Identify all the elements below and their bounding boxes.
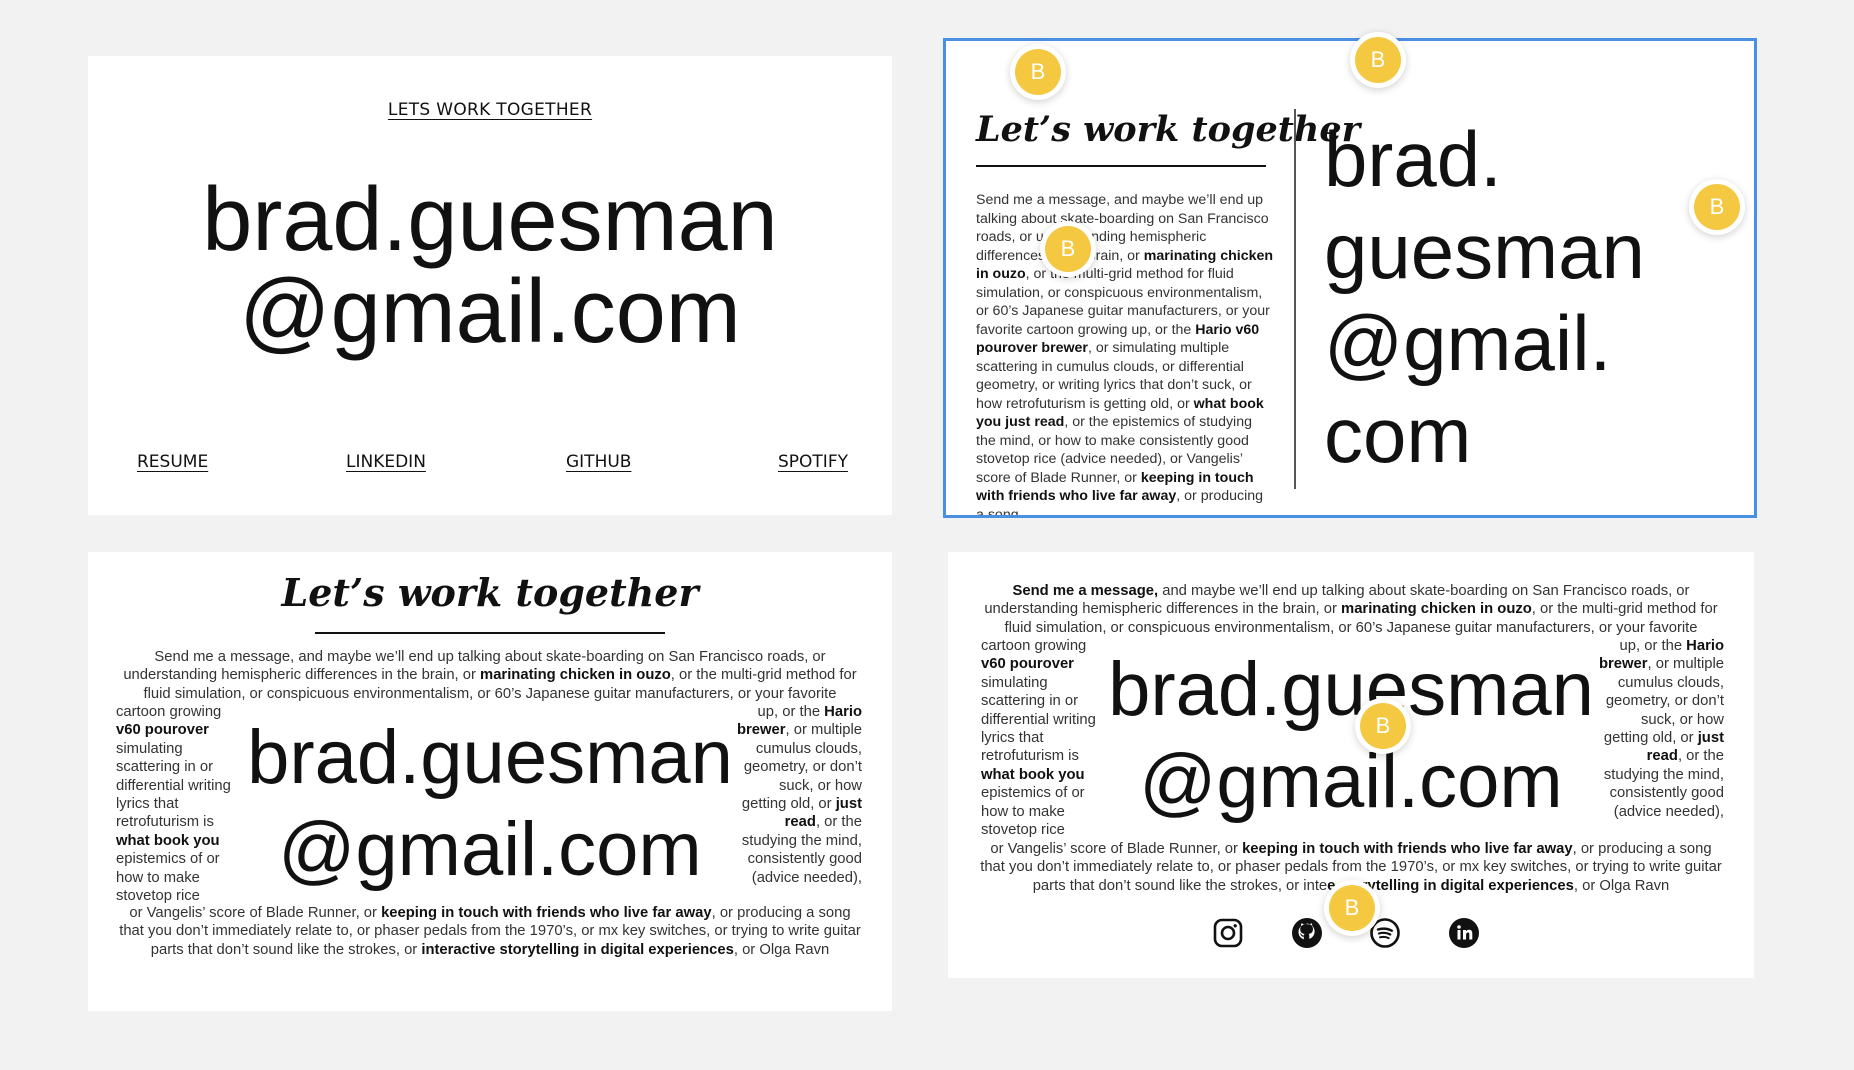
title-underline: [976, 165, 1266, 167]
email-display: brad.guesman @gmail.com: [88, 712, 892, 896]
spotify-link[interactable]: SPOTIFY: [778, 452, 848, 472]
bold-phrase: keeping in touch with friends who live f…: [381, 905, 712, 921]
instagram-icon[interactable]: [1212, 917, 1244, 949]
text-run: or Vangelis’ score of Blade Runner, or: [990, 841, 1243, 857]
email-display: brad.guesman @gmail.com: [948, 644, 1754, 828]
email-line-1: brad.guesman: [202, 170, 778, 270]
email-line-2: guesman: [1324, 207, 1645, 295]
email-line-1: brad.guesman: [247, 715, 733, 800]
message-paragraph: Send me a message, and maybe we’ll end u…: [976, 191, 1274, 515]
github-icon[interactable]: [1291, 917, 1323, 949]
collaborator-avatar[interactable]: B: [1045, 226, 1091, 272]
resume-link[interactable]: RESUME: [137, 452, 208, 472]
bold-phrase: marinating chicken in ouzo: [1341, 601, 1532, 618]
email-line-4: com: [1324, 391, 1472, 479]
page-title: Let’s work together: [281, 570, 699, 615]
vertical-divider: [1294, 109, 1296, 489]
bold-phrase: interactive storytelling in digital expe…: [421, 941, 734, 958]
text-run: , or Olga Ravn: [1573, 877, 1670, 894]
title-underline: [315, 632, 665, 634]
lets-work-together-link[interactable]: LETS WORK TOGETHER: [388, 100, 592, 120]
email-line-2: @gmail.com: [239, 262, 741, 362]
email-display: brad.guesman @gmail.com: [88, 174, 892, 358]
email-line-3: @gmail.: [1324, 299, 1612, 387]
collaborator-avatar[interactable]: B: [1015, 49, 1061, 95]
github-link[interactable]: GITHUB: [566, 452, 631, 472]
design-card-3[interactable]: Let’s work together Send me a message, a…: [88, 552, 892, 1011]
message-bottom: or Vangelis’ score of Blade Runner, or k…: [116, 904, 864, 959]
email-line-2: @gmail.com: [278, 807, 702, 892]
email-display: brad. guesman @gmail. com: [1324, 113, 1754, 481]
bold-phrase: keeping in touch with friends who live f…: [1242, 841, 1573, 857]
page-title: Let’s work together: [976, 109, 1361, 150]
text-run: or Vangelis’ score of Blade Runner, or: [129, 905, 382, 921]
collaborator-avatar[interactable]: B: [1355, 37, 1401, 83]
collaborator-avatar[interactable]: B: [1360, 703, 1406, 749]
linkedin-link[interactable]: LINKEDIN: [346, 452, 426, 472]
message-top: Send me a message, and maybe we’ll end u…: [978, 582, 1724, 637]
design-card-1[interactable]: LETS WORK TOGETHER brad.guesman @gmail.c…: [88, 56, 892, 515]
linkedin-icon[interactable]: [1448, 917, 1480, 949]
email-line-1: brad.guesman: [1108, 647, 1594, 732]
bold-phrase: Send me a message,: [1012, 583, 1159, 599]
card-content: Let’s work together Send me a message, a…: [946, 55, 1754, 515]
text-run: , or Olga Ravn: [733, 941, 830, 958]
spotify-icon[interactable]: [1369, 917, 1401, 949]
email-line-2: @gmail.com: [1139, 739, 1563, 824]
collaborator-avatar[interactable]: B: [1694, 184, 1740, 230]
email-line-1: brad.: [1324, 115, 1502, 203]
nav-header: LETS WORK TOGETHER: [88, 100, 892, 120]
bold-phrase: marinating chicken in ouzo: [480, 667, 671, 684]
design-card-2[interactable]: Let’s work together Send me a message, a…: [943, 38, 1757, 518]
message-top: Send me a message, and maybe we’ll end u…: [116, 648, 864, 703]
collaborator-avatar[interactable]: B: [1329, 885, 1375, 931]
